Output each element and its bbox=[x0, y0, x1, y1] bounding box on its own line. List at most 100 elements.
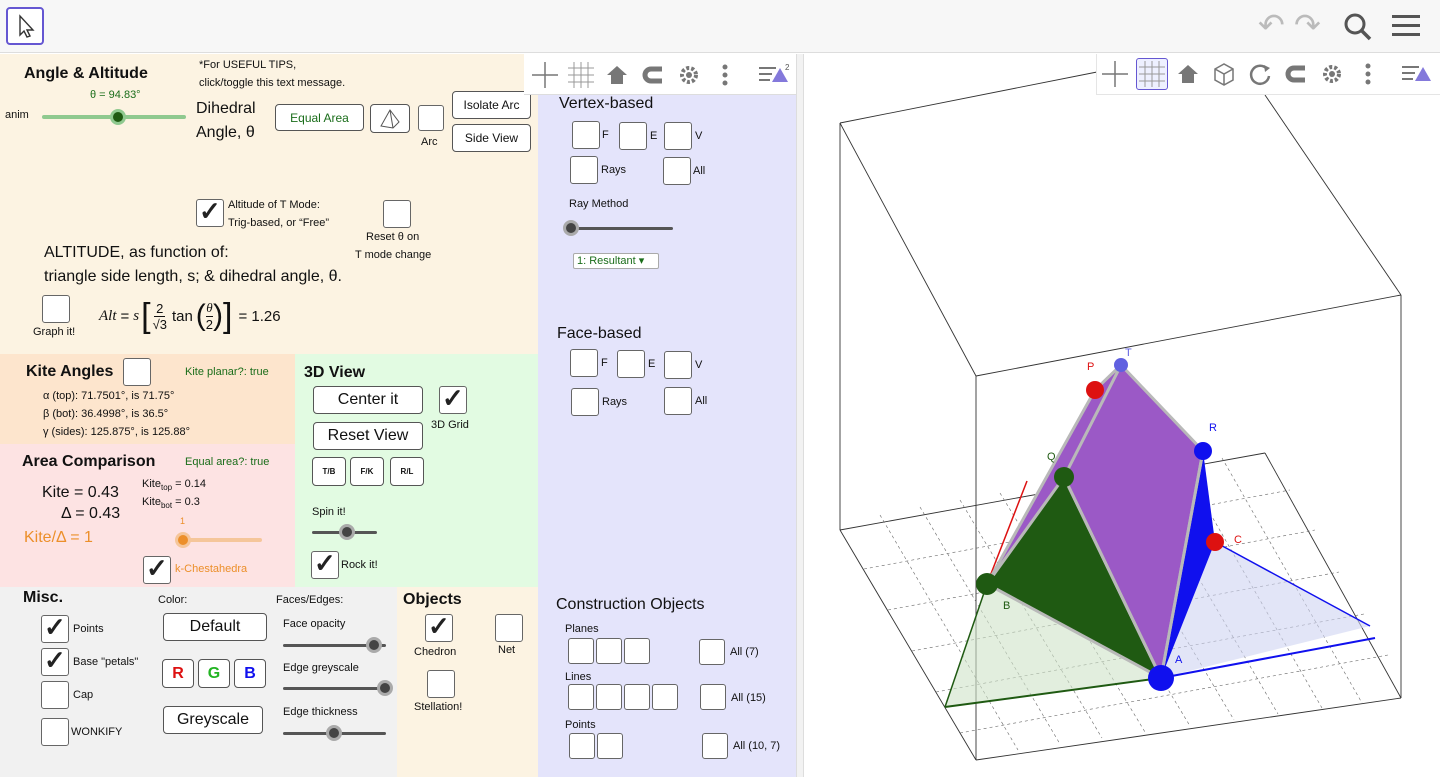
kite-checkbox[interactable] bbox=[123, 358, 151, 386]
grid-3d-toggle[interactable] bbox=[1136, 58, 1168, 90]
edge-greyscale-track[interactable] bbox=[283, 687, 386, 690]
red-button[interactable]: R bbox=[162, 659, 194, 688]
reset-theta-label-2: T mode change bbox=[355, 249, 432, 261]
stellation-checkbox[interactable] bbox=[427, 670, 455, 698]
graphics3d-style-icon[interactable] bbox=[1399, 59, 1435, 89]
theta-slider-knob[interactable] bbox=[110, 109, 126, 125]
label-q: Q bbox=[1047, 451, 1056, 463]
tetrahedron-button[interactable] bbox=[370, 104, 410, 133]
point-r[interactable] bbox=[1194, 442, 1212, 460]
spin-slider-knob[interactable] bbox=[339, 524, 355, 540]
face-f-checkbox[interactable] bbox=[570, 349, 598, 377]
menu-icon[interactable] bbox=[1392, 12, 1420, 40]
graphics3d-view[interactable]: P T R Q C B A bbox=[804, 54, 1440, 777]
chestahedra-checkbox[interactable] bbox=[143, 553, 171, 584]
cube-view-icon[interactable] bbox=[1209, 59, 1239, 89]
point-c[interactable] bbox=[1206, 533, 1224, 551]
rotate-view-icon[interactable] bbox=[1245, 59, 1275, 89]
tb-view-button[interactable]: T/B bbox=[312, 457, 346, 486]
plane-checkbox[interactable] bbox=[568, 638, 594, 664]
vertex-f-checkbox[interactable] bbox=[572, 121, 600, 149]
vertex-all-checkbox[interactable] bbox=[663, 157, 691, 185]
axes-icon[interactable] bbox=[530, 60, 560, 90]
planes-all-checkbox[interactable] bbox=[699, 639, 725, 665]
point-p[interactable] bbox=[1086, 381, 1104, 399]
settings-3d-gear-icon[interactable] bbox=[1317, 59, 1347, 89]
plane-checkbox[interactable] bbox=[596, 638, 622, 664]
rock-it-checkbox[interactable] bbox=[311, 548, 339, 579]
scene-3d[interactable]: P T R Q C B A bbox=[804, 54, 1440, 777]
rock-it-label: Rock it! bbox=[341, 559, 378, 571]
home-icon[interactable] bbox=[602, 60, 632, 90]
point-checkbox[interactable] bbox=[569, 733, 595, 759]
home-3d-icon[interactable] bbox=[1173, 59, 1203, 89]
grid-icon[interactable] bbox=[566, 60, 596, 90]
vertex-e-checkbox[interactable] bbox=[619, 122, 647, 150]
reset-theta-checkbox[interactable] bbox=[383, 200, 411, 228]
vertex-v-checkbox[interactable] bbox=[664, 122, 692, 150]
undo-icon[interactable]: ↶ bbox=[1258, 6, 1285, 44]
greyscale-button[interactable]: Greyscale bbox=[163, 706, 263, 734]
face-rays-checkbox[interactable] bbox=[571, 388, 599, 416]
net-checkbox[interactable] bbox=[495, 614, 523, 642]
move-tool-button[interactable] bbox=[6, 7, 44, 45]
lines-all-checkbox[interactable] bbox=[700, 684, 726, 710]
tips-text-1[interactable]: *For USEFUL TIPS, bbox=[199, 59, 296, 71]
more-3d-vertical-icon[interactable] bbox=[1353, 59, 1383, 89]
chedron-checkbox[interactable] bbox=[425, 611, 453, 642]
arc-checkbox[interactable] bbox=[418, 105, 444, 131]
point-a[interactable] bbox=[1148, 665, 1174, 691]
points-all-checkbox[interactable] bbox=[702, 733, 728, 759]
line-checkbox[interactable] bbox=[596, 684, 622, 710]
ratio-slider-track[interactable] bbox=[182, 538, 262, 542]
magnet-icon[interactable] bbox=[638, 60, 668, 90]
line-checkbox[interactable] bbox=[568, 684, 594, 710]
blue-button[interactable]: B bbox=[234, 659, 266, 688]
point-t[interactable] bbox=[1114, 358, 1128, 372]
fk-view-button[interactable]: F/K bbox=[350, 457, 384, 486]
settings-gear-icon[interactable] bbox=[674, 60, 704, 90]
petals-checkbox[interactable] bbox=[41, 645, 69, 676]
isolate-arc-button[interactable]: Isolate Arc bbox=[452, 91, 531, 119]
equal-area-button[interactable]: Equal Area bbox=[275, 104, 364, 131]
face-v-checkbox[interactable] bbox=[664, 351, 692, 379]
altitude-mode-checkbox[interactable] bbox=[196, 196, 224, 227]
view-separator[interactable] bbox=[796, 54, 804, 777]
face-opacity-knob[interactable] bbox=[366, 637, 382, 653]
default-color-button[interactable]: Default bbox=[163, 613, 267, 641]
search-icon[interactable] bbox=[1342, 11, 1374, 43]
tips-text-2[interactable]: click/toggle this text message. bbox=[199, 77, 345, 89]
graphics2-style-icon[interactable]: 2 bbox=[756, 60, 792, 90]
rl-view-button[interactable]: R/L bbox=[390, 457, 424, 486]
grid-3d-checkbox[interactable] bbox=[439, 383, 467, 414]
anim-label[interactable]: anim bbox=[5, 109, 29, 121]
wonkify-checkbox[interactable] bbox=[41, 718, 69, 746]
ray-method-knob[interactable] bbox=[563, 220, 579, 236]
reset-view-button[interactable]: Reset View bbox=[313, 422, 423, 450]
vertex-rays-checkbox[interactable] bbox=[570, 156, 598, 184]
face-e-checkbox[interactable] bbox=[617, 350, 645, 378]
redo-icon[interactable]: ↷ bbox=[1294, 6, 1321, 44]
edge-thickness-knob[interactable] bbox=[326, 725, 342, 741]
graph-it-checkbox[interactable] bbox=[42, 295, 70, 323]
ray-method-select[interactable]: 1: Resultant ▾ bbox=[573, 253, 659, 269]
planes-label: Planes bbox=[565, 623, 599, 635]
face-all-checkbox[interactable] bbox=[664, 387, 692, 415]
point-b[interactable] bbox=[976, 573, 998, 595]
point-q[interactable] bbox=[1054, 467, 1074, 487]
plane-checkbox[interactable] bbox=[624, 638, 650, 664]
axes-3d-icon[interactable] bbox=[1100, 59, 1130, 89]
line-checkbox[interactable] bbox=[652, 684, 678, 710]
point-checkbox[interactable] bbox=[597, 733, 623, 759]
ratio-slider-knob[interactable] bbox=[175, 532, 191, 548]
side-view-button[interactable]: Side View bbox=[452, 124, 531, 152]
more-vertical-icon[interactable] bbox=[710, 60, 740, 90]
ray-method-track[interactable] bbox=[568, 227, 673, 230]
center-it-button[interactable]: Center it bbox=[313, 386, 423, 414]
line-checkbox[interactable] bbox=[624, 684, 650, 710]
points-checkbox[interactable] bbox=[41, 612, 69, 643]
magnet-3d-icon[interactable] bbox=[1281, 59, 1311, 89]
edge-greyscale-knob[interactable] bbox=[377, 680, 393, 696]
cap-checkbox[interactable] bbox=[41, 681, 69, 709]
green-button[interactable]: G bbox=[198, 659, 230, 688]
